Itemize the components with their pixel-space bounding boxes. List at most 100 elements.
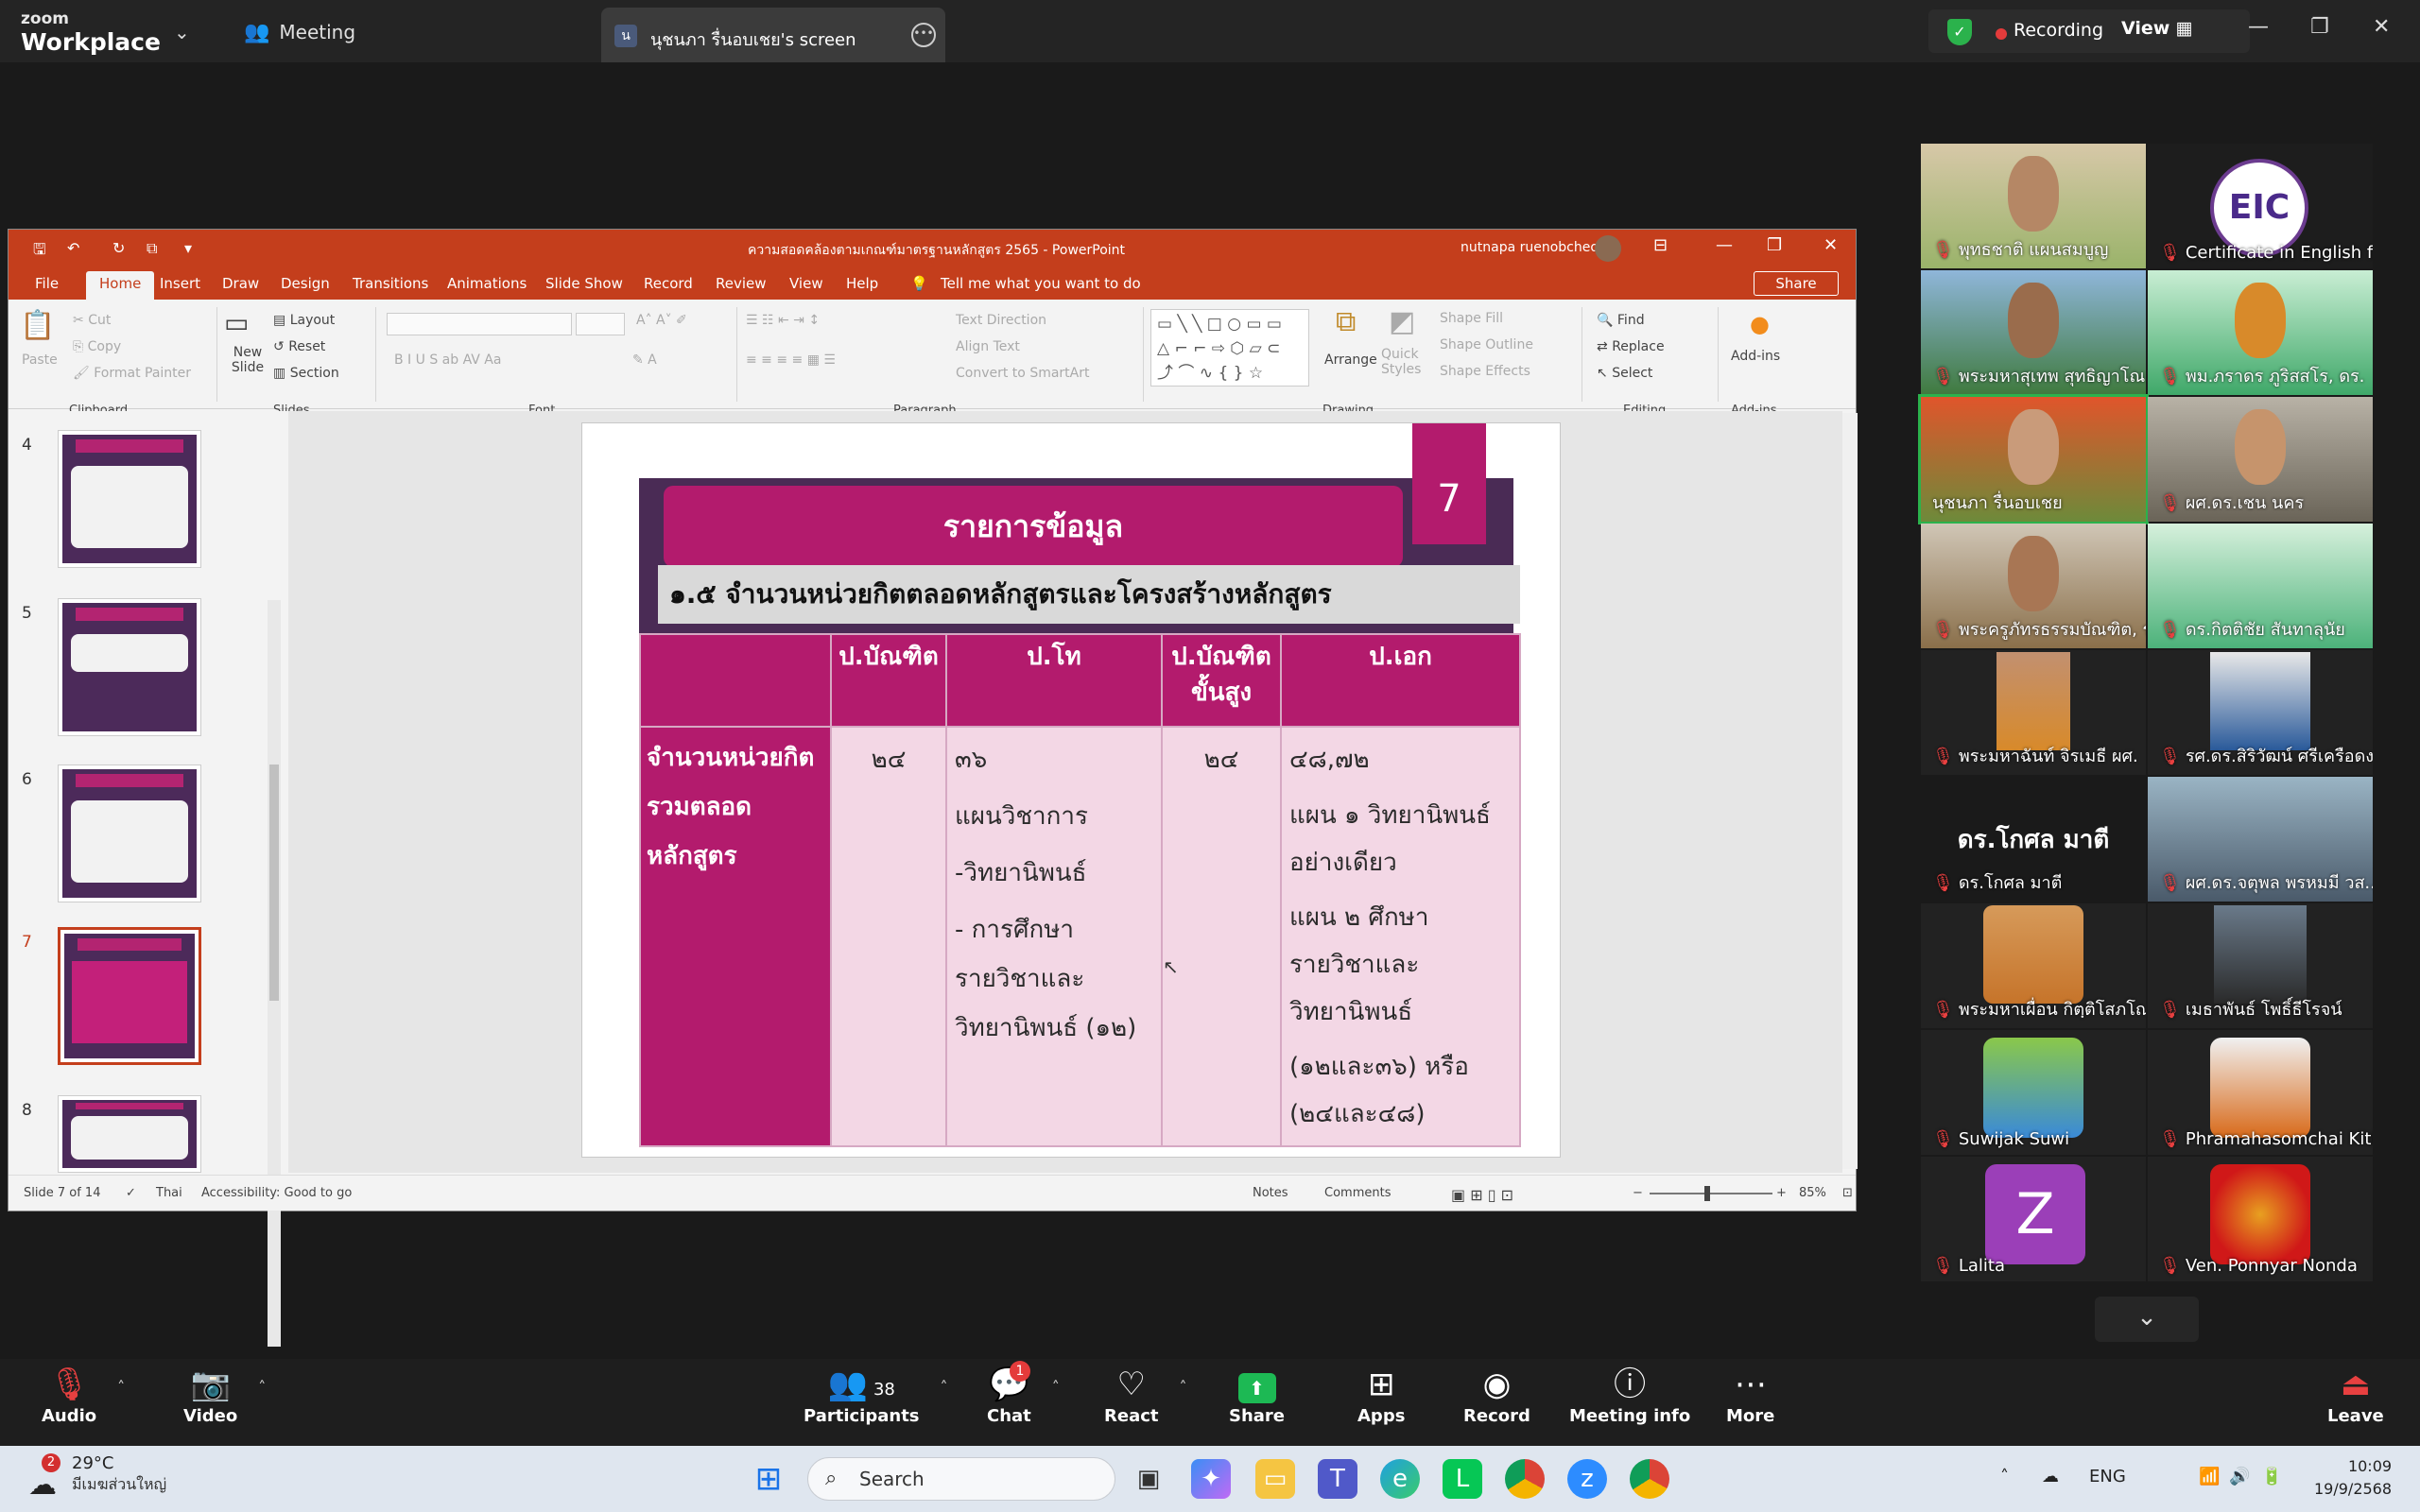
restore-icon[interactable]: ❐ (2310, 15, 2329, 39)
apps-button[interactable]: ⊞ Apps (1357, 1363, 1405, 1426)
participant-tile[interactable]: 🎙พระครูภัทรธรรมบัณฑิต, ร... (1921, 524, 2146, 648)
chevron-up-icon[interactable]: ˄ (1180, 1378, 1187, 1396)
participant-tile[interactable]: 🎙 ดร.กิตติชัย สันทาลุนัย (2148, 524, 2373, 648)
quick-styles-icon[interactable]: ◩ (1389, 305, 1415, 338)
ribbon-display-icon[interactable]: ⊟ (1653, 235, 1668, 255)
ppt-minimize-icon[interactable]: — (1716, 235, 1733, 255)
convert-smartart-button[interactable]: Convert to SmartArt (956, 366, 1089, 381)
comments-button[interactable]: Comments (1324, 1186, 1391, 1200)
paste-button[interactable]: Paste (22, 352, 58, 368)
shield-check-icon[interactable]: ✓ (1947, 19, 1972, 45)
font-grow-shrink-icons[interactable]: A˄ A˅ ✐ (636, 313, 687, 328)
participant-tile[interactable]: 🎙 Ven. Ponnyar Nonda (2148, 1157, 2373, 1281)
paste-icon[interactable]: 📋 (20, 309, 55, 342)
participant-tile[interactable]: ดร.โกศล มาตี 🎙 ดร.โกศล มาตี (1921, 777, 2146, 902)
font-family-box[interactable] (387, 313, 572, 335)
slide-thumbnail-8[interactable] (58, 1095, 201, 1173)
chevron-up-icon[interactable]: ˄ (117, 1378, 125, 1396)
current-slide[interactable]: 7 รายการข้อมูล ๑.๕ จำนวนหน่วยกิตตลอดหลัก… (581, 422, 1561, 1158)
font-color-icons[interactable]: ✎ A (632, 352, 657, 368)
shapes-gallery[interactable]: ▭ ╲ ╲ □ ○ ▭ ▭ △ ⌐ ⌐ ⇨ ⬡ ▱ ⊂ ⤴ ⌒ ∿ { } ☆ (1150, 309, 1309, 387)
taskbar-search[interactable]: ⌕ Search (807, 1457, 1115, 1501)
shared-screen-tab[interactable]: น นุชนภา รื่นอบเชย's screen ••• (601, 8, 945, 62)
participant-tile[interactable]: Z 🎙 Lalita (1921, 1157, 2146, 1281)
font-size-box[interactable] (576, 313, 625, 335)
chat-button[interactable]: 1 💬 Chat ˄ (987, 1361, 1060, 1426)
menu-design[interactable]: Design (281, 275, 330, 292)
recording-label[interactable]: Recording (2014, 20, 2103, 41)
battery-icon[interactable]: 🔋 (2261, 1467, 2282, 1486)
line-icon[interactable]: L (1443, 1459, 1482, 1499)
ppt-user-name[interactable]: nutnapa ruenobcheoy (1461, 240, 1606, 255)
menu-animations[interactable]: Animations (447, 275, 527, 292)
addins-button[interactable]: Add-ins (1731, 349, 1780, 364)
participants-button[interactable]: 👥 38 Participants ˄ (804, 1363, 948, 1426)
zoom-level[interactable]: 85% (1799, 1186, 1826, 1200)
menu-file[interactable]: File (35, 275, 59, 292)
edge-icon[interactable]: e (1380, 1459, 1420, 1499)
zoom-in-icon[interactable]: + (1776, 1186, 1787, 1200)
participant-tile[interactable]: 🎙 พม.ภราดร ภูริสสโร, ดร. (2148, 270, 2373, 395)
shape-fill-button[interactable]: Shape Fill (1440, 311, 1503, 326)
cut-button[interactable]: ✂ Cut (73, 313, 111, 328)
slide-thumbnail-6[interactable] (58, 765, 201, 902)
participant-tile-active-speaker[interactable]: นุชนภา รื่นอบเชย (1918, 394, 2149, 524)
find-button[interactable]: 🔍 Find (1597, 313, 1645, 328)
addins-icon[interactable]: ● (1750, 311, 1770, 337)
customize-toolbar-icon[interactable]: ▾ (184, 239, 192, 257)
arrange-icon[interactable]: ⧉ (1336, 305, 1356, 338)
participant-tile[interactable]: 🎙 รศ.ดร.สิริวัฒน์ ศรีเครือดง (2148, 650, 2373, 775)
quick-styles-button[interactable]: Quick Styles (1381, 347, 1426, 377)
audio-button[interactable]: 🎙 Audio ˄ (42, 1363, 125, 1426)
text-direction-button[interactable]: Text Direction (956, 313, 1046, 328)
align-icons[interactable]: ≡ ≡ ≡ ≡ ▦ ☰ (746, 352, 836, 368)
participant-tile[interactable]: 🎙 ผศ.ดร.จตุพล พรหมมี วส... (2148, 777, 2373, 902)
close-icon[interactable]: ✕ (2373, 15, 2390, 39)
view-button[interactable]: View ▦ (2121, 18, 2192, 39)
participant-tile[interactable]: 🎙 เมธาพันธ์ โพธิ์ธีโรจน์ (2148, 903, 2373, 1028)
record-button[interactable]: ◉ Record (1463, 1363, 1530, 1426)
user-avatar[interactable] (1595, 235, 1621, 262)
zoom-slider[interactable] (1650, 1186, 1772, 1201)
menu-view[interactable]: View (789, 275, 823, 292)
participant-tile[interactable]: 🎙 ผศ.ดร.เชน นคร (2148, 397, 2373, 522)
select-button[interactable]: ↖ Select (1597, 366, 1652, 381)
notes-button[interactable]: Notes (1253, 1186, 1288, 1200)
menu-help[interactable]: Help (846, 275, 878, 292)
participant-tile[interactable]: 🎙 Phramahasomchai Kiti... (2148, 1030, 2373, 1155)
menu-draw[interactable]: Draw (222, 275, 259, 292)
present-icon[interactable]: ⧉ (147, 239, 157, 258)
slide-scrollbar[interactable] (1842, 413, 1858, 1169)
zoom-icon[interactable]: z (1567, 1459, 1607, 1499)
section-button[interactable]: ▥ Section (273, 366, 339, 381)
fit-slide-icon[interactable]: ⊡ (1842, 1186, 1853, 1200)
video-button[interactable]: 📷 Video ˄ (183, 1363, 266, 1426)
thumbnails-scrollbar[interactable] (268, 600, 281, 1347)
chevron-down-icon[interactable]: ⌄ (174, 21, 190, 43)
participant-tile[interactable]: 🎙พระมหาเผื่อน กิตฺติโสภโณ,... (1921, 903, 2146, 1028)
redo-icon[interactable]: ↻ (112, 239, 125, 257)
menu-review[interactable]: Review (716, 275, 767, 292)
share-screen-button[interactable]: ⬆ Share (1229, 1363, 1285, 1426)
ppt-close-icon[interactable]: ✕ (1824, 235, 1838, 255)
menu-insert[interactable]: Insert (160, 275, 200, 292)
task-view-icon[interactable]: ▣ (1129, 1459, 1168, 1499)
chevron-up-icon[interactable]: ˄ (1052, 1378, 1060, 1396)
meeting-info-button[interactable]: ⓘ Meeting info (1569, 1363, 1690, 1426)
chrome-icon[interactable] (1505, 1459, 1545, 1499)
undo-icon[interactable]: ↶ (67, 239, 79, 257)
replace-button[interactable]: ⇄ Replace (1597, 339, 1665, 354)
tell-me-search[interactable]: Tell me what you want to do (941, 275, 1141, 292)
file-explorer-icon[interactable]: ▭ (1255, 1459, 1295, 1499)
layout-button[interactable]: ▤ Layout (273, 313, 335, 328)
more-button[interactable]: ⋯ More (1726, 1363, 1774, 1426)
participant-tile[interactable]: 🎙 พุทธชาติ แผนสมบูญ (1921, 144, 2146, 268)
shape-effects-button[interactable]: Shape Effects (1440, 364, 1530, 379)
format-painter-button[interactable]: 🖌 Format Painter (73, 366, 191, 381)
volume-icon[interactable]: 🔊 (2229, 1467, 2250, 1486)
align-text-button[interactable]: Align Text (956, 339, 1020, 354)
participant-tile[interactable]: 🎙 พระมหาฉันท์ จิรเมธี ผศ. (1921, 650, 2146, 775)
slide-thumbnail-4[interactable] (58, 430, 201, 568)
menu-record[interactable]: Record (644, 275, 693, 292)
gallery-next-page-chevron-icon[interactable]: ⌄ (2095, 1297, 2199, 1342)
